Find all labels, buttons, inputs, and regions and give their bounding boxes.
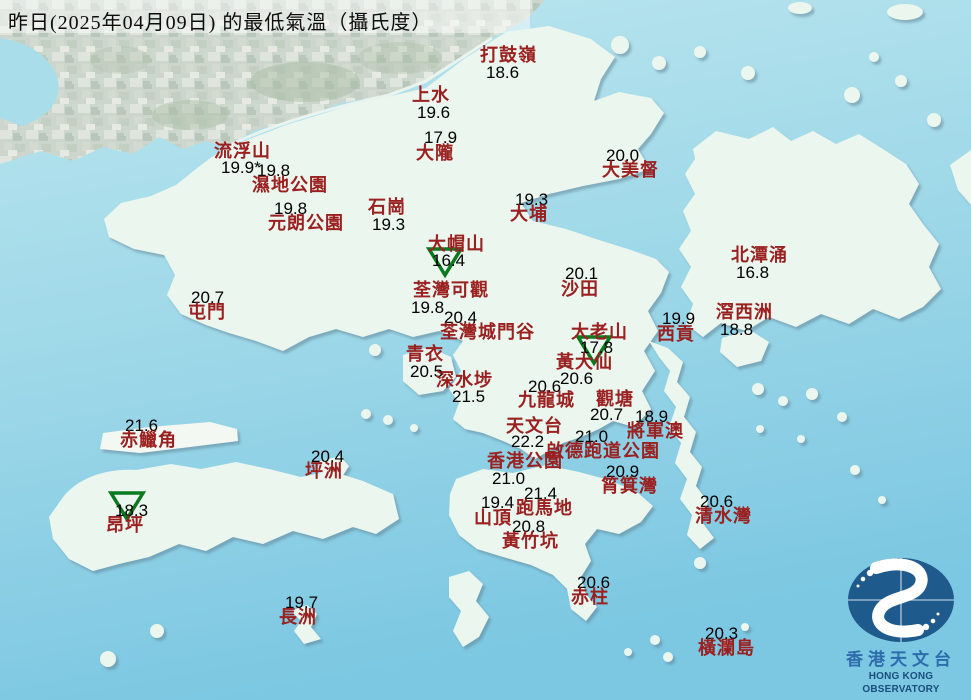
station-name: 打鼓嶺 <box>480 45 537 65</box>
station-name: 元朗公園 <box>268 213 344 233</box>
station-name: 屯門 <box>188 302 226 322</box>
station-name: 九龍城 <box>518 390 575 410</box>
hko-logo-chinese: 香港天文台 <box>846 650 956 670</box>
station-name: 將軍澳 <box>627 421 684 441</box>
station-name: 觀塘 <box>596 389 634 409</box>
station-name: 長洲 <box>279 607 317 627</box>
station-name: 山頂 <box>474 508 512 528</box>
station-name: 濕地公園 <box>252 175 328 195</box>
station-name: 青衣 <box>406 344 444 364</box>
station-name: 西貢 <box>657 324 695 344</box>
station-name: 黃竹坑 <box>502 531 559 551</box>
station-name: 天文台 <box>506 416 563 436</box>
station-name: 沙田 <box>561 279 599 299</box>
station-value: 16.8 <box>736 263 770 282</box>
station-name: 橫瀾島 <box>698 638 755 658</box>
station-name: 深水埗 <box>436 370 493 390</box>
station-name: 赤柱 <box>571 587 609 607</box>
station-value: 19.6 <box>417 103 451 122</box>
station-name: 坪洲 <box>305 461 343 481</box>
station-name: 荃灣城門谷 <box>440 322 535 342</box>
station-name: 大隴 <box>416 143 454 163</box>
station-value: 16.4 <box>432 251 466 270</box>
station-value: 18.6 <box>486 63 520 82</box>
station-name: 滘西洲 <box>716 302 773 322</box>
station-name: 黃大仙 <box>556 352 613 372</box>
station-name: 昂坪 <box>106 515 144 535</box>
station-name: 大埔 <box>510 204 548 224</box>
station-name: 赤鱲角 <box>120 430 177 450</box>
station-value: 19.9* <box>221 158 261 177</box>
map-title: 昨日(2025年04月09日) 的最低氣溫（攝氏度） <box>8 12 433 34</box>
station-value: 21.0 <box>492 469 526 488</box>
stations-layer: 18.6 打鼓嶺 19.6 上水 17.9 大隴 20.0 大美督 19.9* 流浮山 19.8 濕地… <box>0 0 971 700</box>
station-name: 大美督 <box>602 160 659 180</box>
weather-map-screen: 昨日(2025年04月09日) 的最低氣溫（攝氏度） 18.6 打鼓嶺 19.6 上水… <box>0 0 971 700</box>
station-name: 香港公園 <box>487 451 563 471</box>
station-value: 19.8 <box>411 298 445 317</box>
station-name: 荃灣可觀 <box>413 280 489 300</box>
station-value: 18.8 <box>720 320 754 339</box>
station-name: 北潭涌 <box>731 245 788 265</box>
hko-logo-english: HONG KONG OBSERVATORY <box>862 671 940 695</box>
hko-logo: 香港天文台 HONG KONG OBSERVATORY <box>836 556 966 696</box>
station-name: 跑馬地 <box>516 498 573 518</box>
station-name: 大老山 <box>571 322 628 342</box>
station-name: 筲箕灣 <box>601 476 658 496</box>
station-value: 20.6 <box>560 369 594 388</box>
station-value: 19.3 <box>372 215 406 234</box>
station-name: 清水灣 <box>695 506 752 526</box>
hko-logo-mark <box>848 558 954 643</box>
station-name: 大帽山 <box>428 234 485 254</box>
station-name: 流浮山 <box>214 141 271 161</box>
station-value: 21.5 <box>452 387 486 406</box>
station-name: 石崗 <box>368 197 406 217</box>
station-name: 上水 <box>412 85 450 105</box>
station-name: 啟德跑道公園 <box>546 441 660 461</box>
